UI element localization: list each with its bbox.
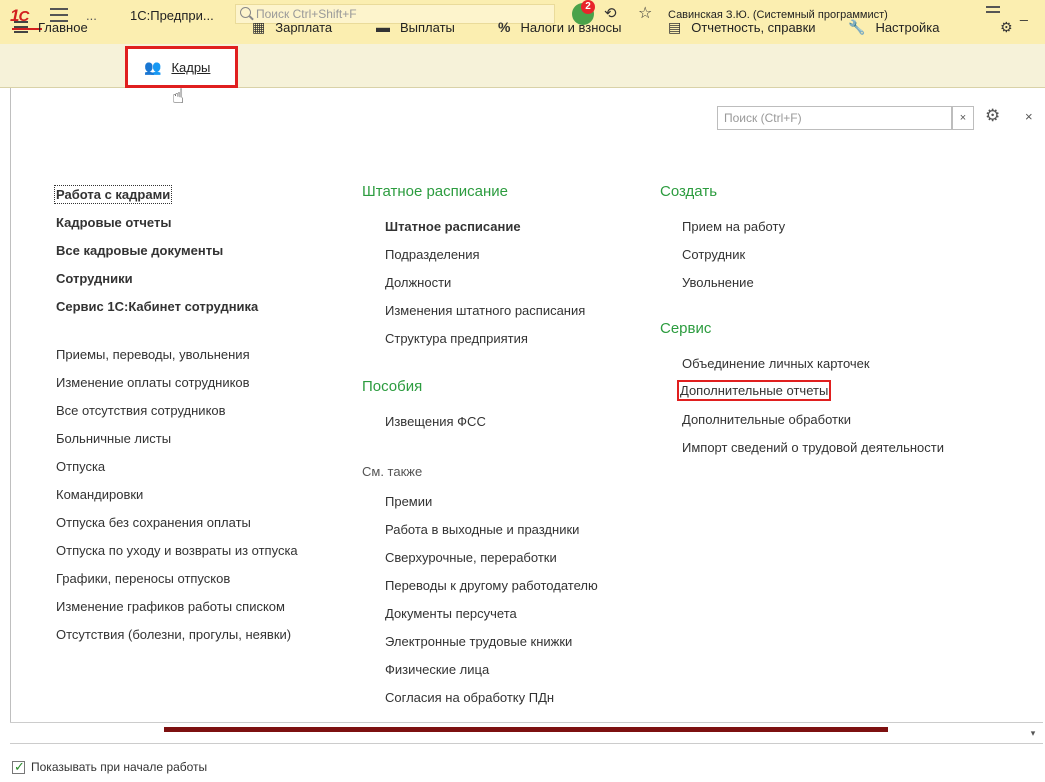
link-bonuses[interactable]: Премии [385,494,432,509]
see-also-label: См. также [362,464,423,479]
link-all-hr-documents[interactable]: Все кадровые документы [56,243,223,258]
link-fss-notices[interactable]: Извещения ФСС [385,414,486,429]
app-name: 1С:Предпри... [130,8,214,23]
link-sick-leaves[interactable]: Больничные листы [56,431,171,446]
link-hire[interactable]: Прием на работу [682,219,785,234]
section-settings-label: Настройка [875,19,940,35]
percent-icon: % [498,19,511,35]
link-unpaid-leaves[interactable]: Отпуска без сохранения оплаты [56,515,251,530]
payment-icon: ▬ [376,19,390,35]
link-holiday-work[interactable]: Работа в выходные и праздники [385,522,579,537]
link-transfers-to-employer[interactable]: Переводы к другому работодателю [385,578,598,593]
scroll-dropdown-icon[interactable]: ▾ [1026,728,1040,742]
link-all-absences[interactable]: Все отсутствия сотрудников [56,403,226,418]
section-main[interactable]: Главное [14,16,88,38]
link-employees[interactable]: Сотрудники [56,271,133,286]
link-vacations[interactable]: Отпуска [56,459,105,474]
panel-search-placeholder: Поиск (Ctrl+F) [724,111,802,125]
show-on-start-label: Показывать при начале работы [31,760,208,774]
link-parental-leaves[interactable]: Отпуска по уходу и возвраты из отпуска [56,543,298,558]
section-salary-label: Зарплата [275,19,333,35]
header-benefits: Пособия [362,378,423,395]
link-org-structure[interactable]: Структура предприятия [385,331,528,346]
link-new-employee[interactable]: Сотрудник [682,247,745,262]
link-work-schedule-changes[interactable]: Изменение графиков работы списком [56,599,285,614]
link-additional-reports[interactable]: Дополнительные отчеты [677,380,832,401]
panel-search-input[interactable]: Поиск (Ctrl+F) [717,106,952,130]
window-settings-icon[interactable] [986,6,1000,18]
search-clear-button[interactable]: × [952,106,974,130]
header-create: Создать [660,183,718,200]
section-reports[interactable]: ▤ Отчетность, справки [668,16,816,38]
link-overtime[interactable]: Сверхурочные, переработки [385,550,557,565]
link-positions[interactable]: Должности [385,275,451,290]
link-dismissal[interactable]: Увольнение [682,275,754,290]
link-electronic-workbooks[interactable]: Электронные трудовые книжки [385,634,572,649]
section-payments[interactable]: ▬ Выплаты [376,16,455,38]
link-business-trips[interactable]: Командировки [56,487,143,502]
link-additional-processing[interactable]: Дополнительные обработки [682,412,851,427]
horizontal-scroll-area[interactable] [10,722,1043,744]
close-icon[interactable]: × [1025,109,1033,124]
link-hr-work[interactable]: Работа с кадрами [53,185,173,204]
show-on-start-row[interactable]: Показывать при начале работы [12,759,208,775]
section-settings[interactable]: 🔧 Настройка [848,16,939,38]
link-hires-transfers[interactable]: Приемы, переводы, увольнения [56,347,250,362]
header-service: Сервис [660,320,712,337]
section-taxes-label: Налоги и взносы [520,19,622,35]
section-payments-label: Выплаты [400,19,455,35]
menu-icon [14,21,28,33]
section-gear[interactable]: ⚙ [1000,16,1023,38]
gear-icon: ⚙ [1000,18,1013,35]
section-hr-label: Кадры [171,59,211,75]
link-pay-changes[interactable]: Изменение оплаты сотрудников [56,375,250,390]
notifications-badge: 2 [581,0,595,14]
horizontal-scrollbar-thumb[interactable] [164,727,888,732]
search-icon [240,7,251,18]
link-staffing-changes[interactable]: Изменения штатного расписания [385,303,585,318]
favorites-star-icon[interactable]: ☆ [638,3,652,23]
section-taxes[interactable]: % Налоги и взносы [498,16,622,38]
link-employee-cabinet[interactable]: Сервис 1С:Кабинет сотрудника [56,299,258,314]
link-personal-records-docs[interactable]: Документы персучета [385,606,517,621]
link-staffing-table[interactable]: Штатное расписание [385,219,521,234]
hand-cursor-icon: ☝ [172,86,185,108]
show-on-start-checkbox[interactable] [12,759,25,775]
report-icon: ▤ [668,18,682,35]
header-staffing: Штатное расписание [362,183,509,200]
link-pd-consents[interactable]: Согласия на обработку ПДн [385,690,554,705]
link-import-work-activity[interactable]: Импорт сведений о трудовой деятельности [682,440,944,455]
panel-settings-gear-icon[interactable]: ⚙ [985,106,1000,126]
section-hr[interactable]: 👥 Кадры [125,46,238,88]
link-merge-cards[interactable]: Объединение личных карточек [682,356,870,371]
frame-border [10,88,11,722]
link-absences[interactable]: Отсутствия (болезни, прогулы, неявки) [56,627,291,642]
calculator-icon: ▦ [252,18,266,35]
section-main-label: Главное [38,19,88,35]
section-salary[interactable]: ▦ Зарплата [252,16,332,38]
section-reports-label: Отчетность, справки [691,19,816,35]
link-departments[interactable]: Подразделения [385,247,480,262]
people-icon: 👥 [144,58,162,75]
link-hr-reports[interactable]: Кадровые отчеты [56,215,171,230]
link-vacation-schedules[interactable]: Графики, переносы отпусков [56,571,230,586]
link-individuals[interactable]: Физические лица [385,662,489,677]
wrench-icon: 🔧 [848,18,866,35]
